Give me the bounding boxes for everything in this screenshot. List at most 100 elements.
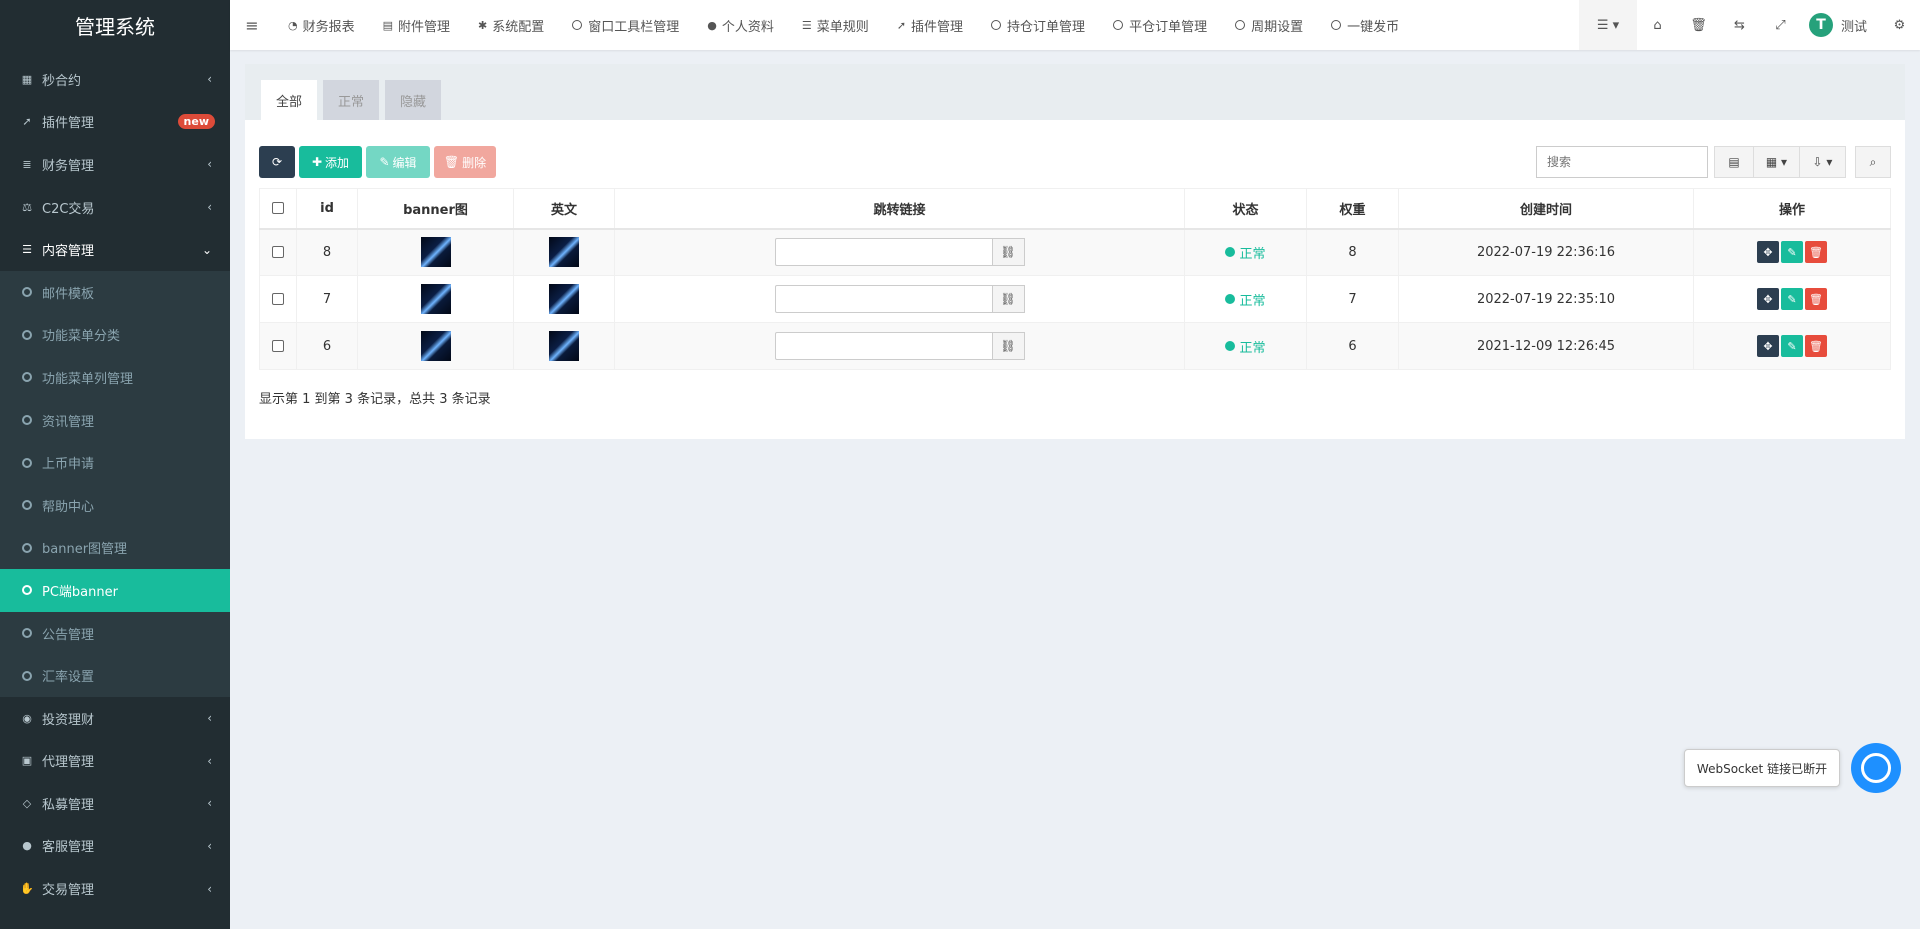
nav-tab[interactable]: ▤ 附件管理 <box>369 0 464 50</box>
delete-icon[interactable]: 🗑 <box>1805 288 1827 310</box>
select-all-checkbox[interactable] <box>272 202 284 215</box>
link-icon[interactable]: ⛓ <box>992 285 1025 313</box>
tabs-dropdown-button[interactable]: ☰ ▾ <box>1578 0 1637 50</box>
english-thumbnail[interactable] <box>549 237 579 268</box>
row-checkbox[interactable] <box>272 340 284 352</box>
sidebar-subitem-active[interactable]: PC端banner <box>0 569 230 612</box>
drag-icon[interactable]: ✥ <box>1757 335 1779 357</box>
status-badge[interactable]: 正常 <box>1225 337 1266 356</box>
sidebar-subitem[interactable]: 资讯管理 <box>0 399 230 442</box>
edit-button[interactable]: ✎ 编辑 <box>366 146 430 178</box>
nav-tab[interactable]: ✱ 系统配置 <box>464 0 558 50</box>
link-icon[interactable]: ⛓ <box>992 238 1025 267</box>
sidebar-subitem[interactable]: 公告管理 <box>0 612 230 655</box>
nav-tab-label: 菜单规则 <box>816 19 869 35</box>
column-header[interactable]: 跳转链接 <box>614 188 1185 230</box>
tab-normal[interactable]: 正常 <box>323 80 380 120</box>
status-badge[interactable]: 正常 <box>1225 290 1266 309</box>
export-dropdown-button[interactable]: ⇩ ▾ <box>1800 146 1846 178</box>
sidebar-subitem[interactable]: banner图管理 <box>0 527 230 570</box>
link-input[interactable] <box>774 285 993 313</box>
search-button[interactable]: ⌕ <box>1855 146 1891 178</box>
chat-bubble-button[interactable] <box>1851 743 1901 793</box>
sidebar-subitem[interactable]: 汇率设置 <box>0 654 230 697</box>
nav-tab[interactable]: 窗口工具栏管理 <box>558 0 693 50</box>
comment-icon: ● <box>22 839 32 853</box>
status-badge[interactable]: 正常 <box>1225 243 1266 262</box>
language-icon[interactable]: ⇆ <box>1719 0 1760 50</box>
nav-tab[interactable]: 平仓订单管理 <box>1099 0 1221 50</box>
nav-tab[interactable]: 一键发币 <box>1317 0 1413 50</box>
fullscreen-icon[interactable]: ⤢ <box>1760 0 1801 50</box>
nav-tab-label: 个人资料 <box>721 19 774 35</box>
search-input[interactable] <box>1536 146 1708 178</box>
column-header[interactable]: 状态 <box>1184 188 1307 230</box>
english-thumbnail[interactable] <box>549 331 579 361</box>
delete-icon[interactable]: 🗑 <box>1805 241 1827 264</box>
link-input[interactable] <box>774 238 993 267</box>
delete-icon[interactable]: 🗑 <box>1805 335 1827 357</box>
column-header[interactable]: banner图 <box>357 188 514 230</box>
circle-icon <box>22 628 32 639</box>
trash-icon: 🗑 <box>443 155 460 169</box>
sidebar-item-content[interactable]: ☰ 内容管理 ⌄ <box>0 228 230 271</box>
sidebar-toggle-icon[interactable]: ≡ <box>230 16 274 35</box>
status-dot-icon <box>1225 341 1236 351</box>
edit-icon[interactable]: ✎ <box>1781 335 1803 357</box>
sidebar-subitem[interactable]: 上币申请 <box>0 441 230 484</box>
add-label: 添加 <box>325 155 350 170</box>
sidebar-subitem[interactable]: 功能菜单列管理 <box>0 356 230 399</box>
sidebar-item-invest[interactable]: ◉ 投资理财 ‹ <box>0 697 230 740</box>
circle-icon <box>22 329 32 340</box>
add-button[interactable]: ✚ 添加 <box>299 146 362 178</box>
row-checkbox[interactable] <box>272 293 284 305</box>
refresh-button[interactable]: ⟳ <box>259 146 295 178</box>
sidebar-item-c2c[interactable]: ⚖ C2C交易 ‹ <box>0 186 230 229</box>
column-header[interactable]: 权重 <box>1306 188 1399 230</box>
home-icon[interactable]: ⌂ <box>1637 0 1678 50</box>
english-thumbnail[interactable] <box>549 284 579 314</box>
row-checkbox-cell <box>259 228 297 276</box>
tab-hidden[interactable]: 隐藏 <box>385 80 442 120</box>
sidebar-item-private[interactable]: ◇ 私募管理 ‹ <box>0 782 230 825</box>
link-input[interactable] <box>774 332 993 360</box>
sidebar-item-miaoheyue[interactable]: ▦ 秒合约 ‹ <box>0 58 230 101</box>
nav-tab[interactable]: 持仓订单管理 <box>977 0 1099 50</box>
link-icon[interactable]: ⛓ <box>992 332 1025 360</box>
sidebar-item-plugins[interactable]: ➚ 插件管理 new <box>0 101 230 144</box>
nav-tab[interactable]: ● 个人资料 <box>693 0 788 50</box>
nav-tab[interactable]: ◔ 财务报表 <box>274 0 369 50</box>
settings-gears-icon[interactable]: ⚙ <box>1879 0 1920 50</box>
banner-thumbnail[interactable] <box>420 284 451 314</box>
nav-tab[interactable]: ☰ 菜单规则 <box>788 0 883 50</box>
column-header[interactable]: id <box>296 188 358 230</box>
sidebar-item-agent[interactable]: ▣ 代理管理 ‹ <box>0 740 230 783</box>
circle-icon <box>22 585 32 596</box>
banner-thumbnail[interactable] <box>420 237 451 268</box>
edit-icon[interactable]: ✎ <box>1781 288 1803 310</box>
drag-icon[interactable]: ✥ <box>1757 241 1779 264</box>
toggle-view-button[interactable]: ▤ <box>1714 146 1754 178</box>
sidebar-subitem[interactable]: 功能菜单分类 <box>0 314 230 357</box>
row-checkbox[interactable] <box>272 246 284 259</box>
nav-tab[interactable]: 周期设置 <box>1221 0 1317 50</box>
sidebar-item-finance[interactable]: ≣ 财务管理 ‹ <box>0 143 230 186</box>
delete-button[interactable]: 🗑 删除 <box>434 146 496 178</box>
banner-thumbnail[interactable] <box>420 331 451 361</box>
edit-icon[interactable]: ✎ <box>1781 241 1803 264</box>
trash-icon[interactable]: 🗑 <box>1678 0 1719 50</box>
user-menu[interactable]: T 测试 <box>1801 13 1879 37</box>
sidebar-subitem[interactable]: 邮件模板 <box>0 271 230 314</box>
user-icon: ● <box>707 18 717 32</box>
sidebar-item-trade[interactable]: ✋ 交易管理 ‹ <box>0 867 230 910</box>
app-logo-title[interactable]: 管理系统 <box>0 0 230 50</box>
sidebar: 管理系统 ▦ 秒合约 ‹ ➚ 插件管理 new ≣ 财务管理 ‹ ⚖ C2C交易… <box>0 0 230 929</box>
column-header[interactable]: 创建时间 <box>1398 188 1694 230</box>
column-header[interactable]: 英文 <box>513 188 615 230</box>
drag-icon[interactable]: ✥ <box>1757 288 1779 310</box>
columns-dropdown-button[interactable]: ▦ ▾ <box>1754 146 1800 178</box>
sidebar-subitem[interactable]: 帮助中心 <box>0 484 230 527</box>
tab-all[interactable]: 全部 <box>261 80 318 120</box>
sidebar-item-service[interactable]: ● 客服管理 ‹ <box>0 825 230 868</box>
nav-tab[interactable]: ➚ 插件管理 <box>883 0 977 50</box>
